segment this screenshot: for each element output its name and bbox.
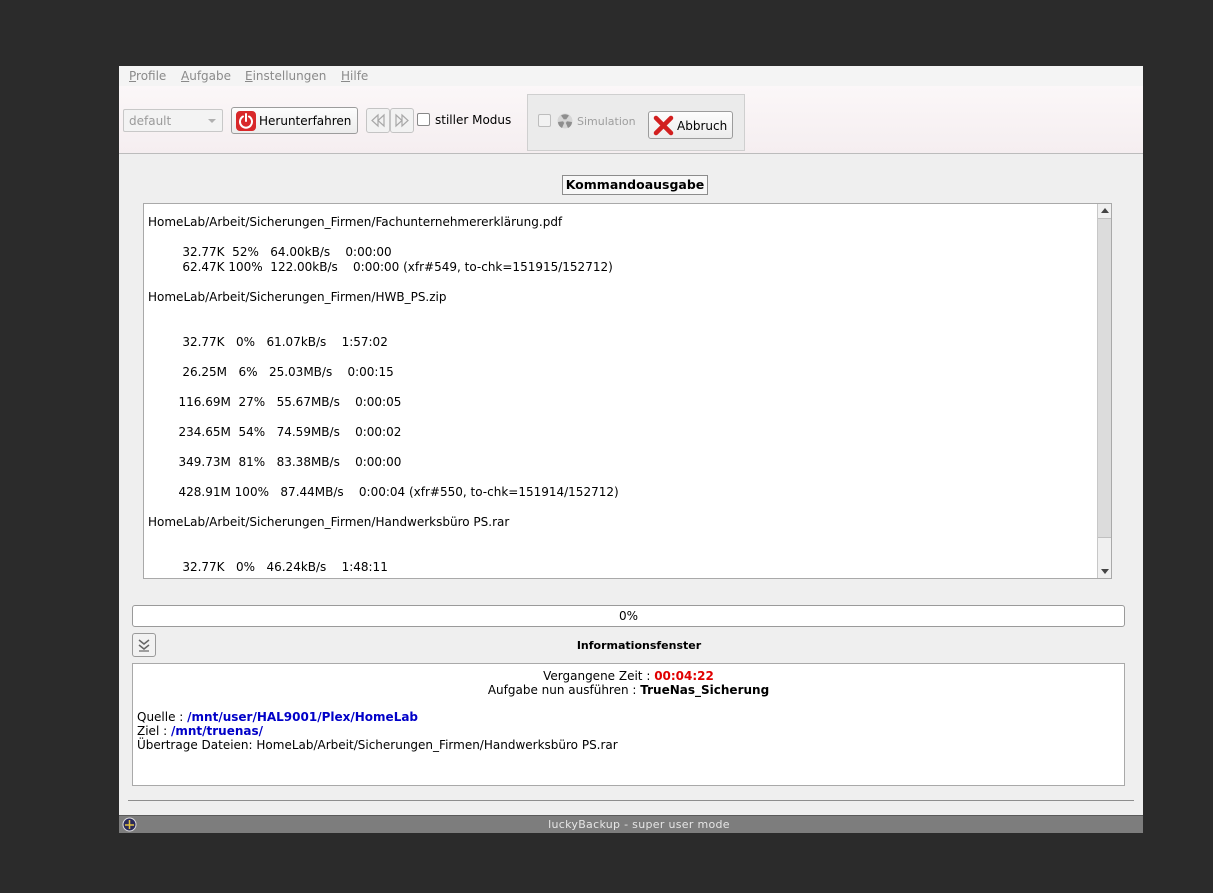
output-line: 62.47K 100% 122.00kB/s 0:00:00 (xfr#549,… [148,260,613,274]
power-icon [236,111,256,131]
previous-button[interactable] [366,108,390,133]
elapsed-time-value: 00:04:22 [654,669,714,683]
output-line: HomeLab/Arbeit/Sicherungen_Firmen/Fachun… [148,215,563,229]
transfer-file: HomeLab/Arbeit/Sicherungen_Firmen/Handwe… [256,738,618,752]
info-panel: Vergangene Zeit : 00:04:22 Aufgabe nun a… [132,663,1125,786]
scrollbar[interactable] [1097,204,1111,578]
shutdown-button-label: Herunterfahren [259,114,352,128]
profile-select-value: default [129,114,172,128]
divider [128,800,1134,801]
output-line: 428.91M 100% 87.44MB/s 0:00:04 (xfr#550,… [148,485,619,499]
progress-text: 0% [618,609,639,623]
source-path: /mnt/user/HAL9001/Plex/HomeLab [187,710,419,724]
fast-forward-icon [395,113,409,128]
rewind-icon [371,113,385,128]
output-line: 32.77K 52% 64.00kB/s 0:00:00 [148,245,392,259]
info-window-title: Informationsfenster [576,639,702,652]
silent-mode-label: stiller Modus [435,113,512,127]
scrollbar-thumb[interactable] [1098,218,1111,538]
progress-bar: 0% [132,605,1125,627]
source-label: Quelle : [137,710,188,724]
task-label: Aufgabe nun ausführen : [487,683,641,697]
status-bar: luckyBackup - super user mode [119,815,1143,833]
close-icon [653,115,674,136]
menu-task[interactable]: Aufgabe [181,69,231,83]
status-text: luckyBackup - super user mode [548,818,730,831]
transfer-line: Übertrage Dateien: HomeLab/Arbeit/Sicher… [137,738,618,752]
toolbar: default Herunterfahren stiller Modus Sim… [119,86,1143,154]
menu-settings[interactable]: Einstellungen [245,69,326,83]
scroll-down-arrow-icon[interactable] [1101,569,1109,574]
elapsed-time-label: Vergangene Zeit : [543,669,655,683]
silent-mode-checkbox[interactable] [417,113,430,126]
scroll-up-arrow-icon[interactable] [1101,208,1109,213]
task-line: Aufgabe nun ausführen : TrueNas_Sicherun… [133,683,1124,697]
profile-select[interactable]: default [123,109,223,132]
menu-profile[interactable]: Profile [129,69,166,83]
menu-help[interactable]: Hilfe [341,69,368,83]
destination-path: /mnt/truenas/ [170,724,264,738]
output-line: 32.77K 0% 61.07kB/s 1:57:02 [148,335,388,349]
simulation-group: Simulation Abbruch [527,94,745,151]
transfer-label: Übertrage Dateien: [137,738,257,752]
chevron-down-icon [208,119,216,123]
shutdown-button[interactable]: Herunterfahren [231,107,358,134]
output-line: 32.77K 0% 46.24kB/s 1:48:11 [148,560,388,574]
abort-button[interactable]: Abbruch [648,111,733,139]
menubar: Profile Aufgabe Einstellungen Hilfe [119,66,1143,86]
abort-button-label: Abbruch [677,119,728,133]
command-output-textarea[interactable]: HomeLab/Arbeit/Sicherungen_Firmen/Fachun… [143,203,1112,579]
command-output-title: Kommandoausgabe [562,175,708,195]
destination-line: Ziel : /mnt/truenas/ [137,724,263,738]
output-line: 349.73M 81% 83.38MB/s 0:00:00 [148,455,402,469]
radiation-icon [557,113,573,129]
output-line: 234.65M 54% 74.59MB/s 0:00:02 [148,425,402,439]
output-line: HomeLab/Arbeit/Sicherungen_Firmen/HWB_PS… [148,290,447,304]
output-line: 116.69M 27% 55.67MB/s 0:00:05 [148,395,402,409]
simulation-checkbox[interactable] [538,114,551,127]
source-line: Quelle : /mnt/user/HAL9001/Plex/HomeLab [137,710,418,724]
app-window: Profile Aufgabe Einstellungen Hilfe defa… [119,66,1143,833]
destination-label: Ziel : [137,724,171,738]
task-value: TrueNas_Sicherung [640,683,770,697]
output-line: 26.25M 6% 25.03MB/s 0:00:15 [148,365,394,379]
output-line: HomeLab/Arbeit/Sicherungen_Firmen/Handwe… [148,515,510,529]
next-button[interactable] [390,108,414,133]
elapsed-time-line: Vergangene Zeit : 00:04:22 [133,669,1124,683]
command-output-text: HomeLab/Arbeit/Sicherungen_Firmen/Fachun… [148,215,1093,575]
simulation-label: Simulation [577,115,636,128]
